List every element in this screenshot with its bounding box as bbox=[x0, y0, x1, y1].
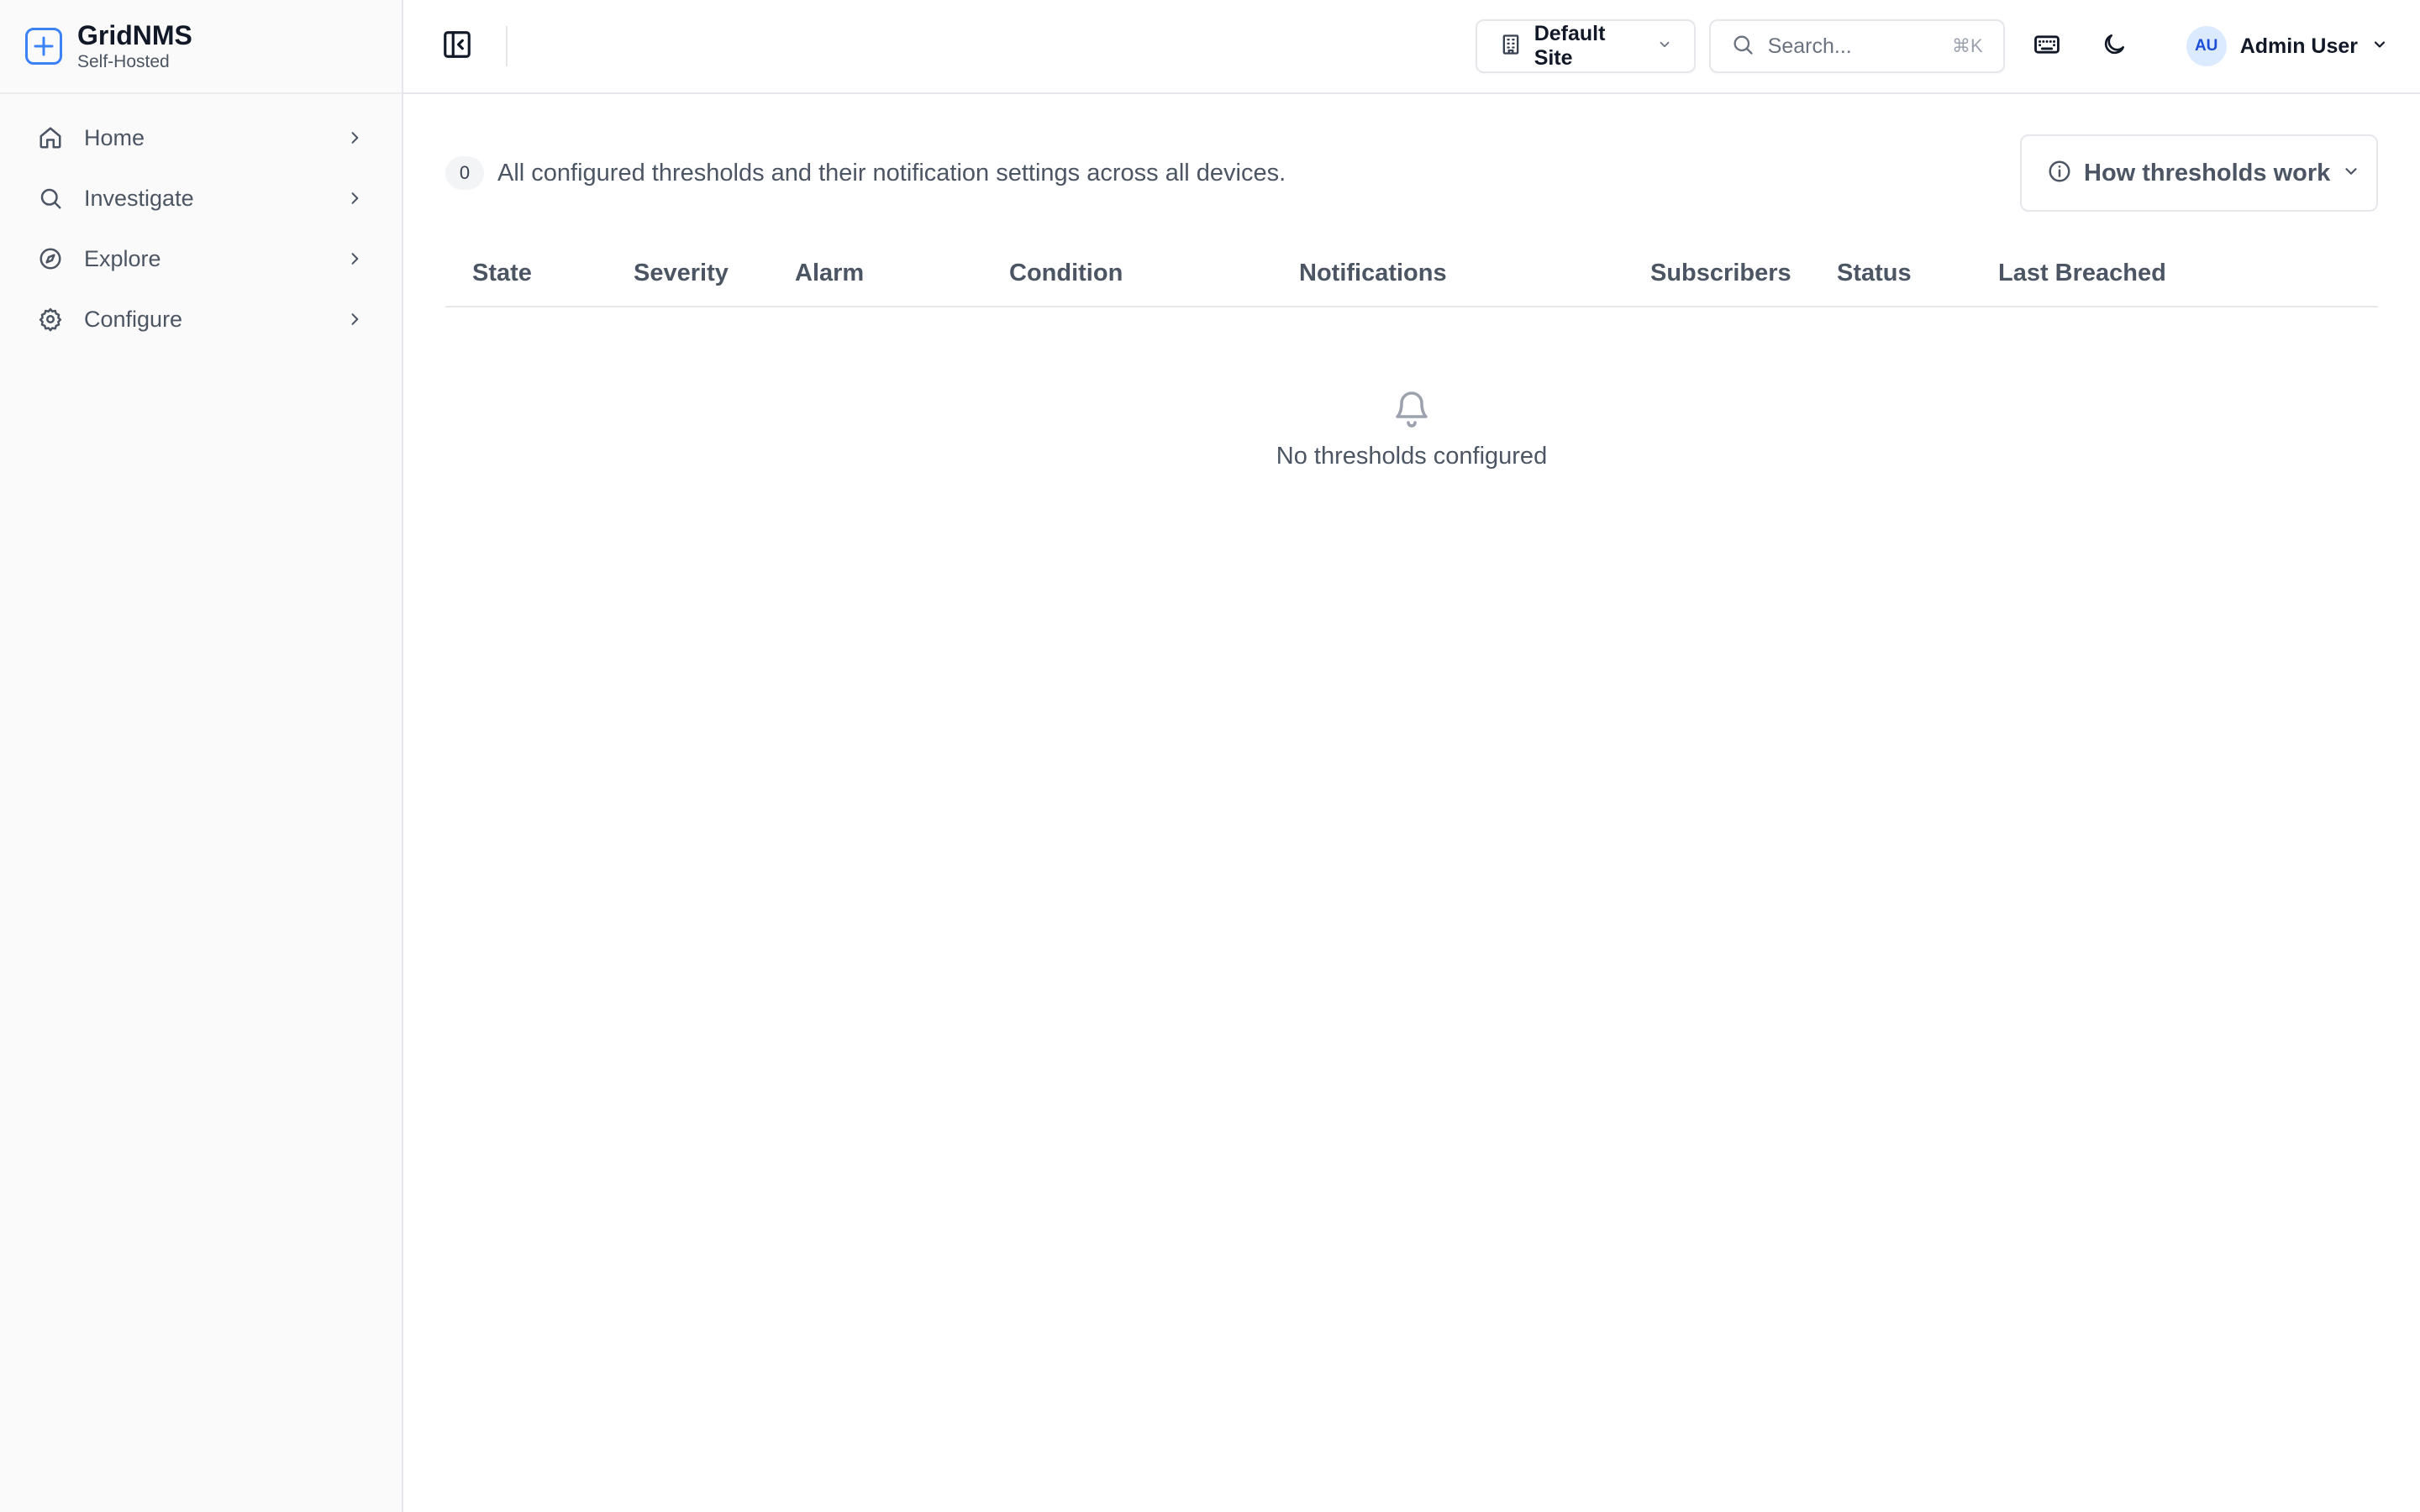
chevron-right-icon bbox=[345, 309, 365, 329]
home-icon bbox=[37, 124, 64, 151]
chevron-right-icon bbox=[345, 188, 365, 208]
sidebar-item-explore[interactable]: Explore bbox=[24, 228, 378, 289]
sidebar-collapse-icon bbox=[441, 29, 473, 65]
thresholds-table: State Severity Alarm Condition Notificat… bbox=[445, 240, 2378, 470]
topbar: Default Site ⌘K bbox=[403, 0, 2420, 94]
toolbar-divider bbox=[506, 26, 508, 66]
info-icon bbox=[2047, 159, 2072, 188]
how-thresholds-work-label: How thresholds work bbox=[2084, 159, 2331, 186]
sidebar-nav: Home Investigate Explore Configure bbox=[0, 94, 402, 349]
sidebar-item-label: Configure bbox=[84, 306, 183, 332]
sidebar-toggle-button[interactable] bbox=[434, 23, 481, 70]
site-selector[interactable]: Default Site bbox=[1475, 19, 1696, 73]
avatar: AU bbox=[2186, 26, 2227, 66]
column-header-status[interactable]: Status bbox=[1837, 260, 1998, 287]
building-icon bbox=[1499, 33, 1523, 60]
page-description: All configured thresholds and their noti… bbox=[497, 159, 1286, 186]
chevron-down-icon bbox=[2342, 162, 2360, 185]
keyboard-icon bbox=[2033, 30, 2061, 63]
brand[interactable]: GridNMS Self-Hosted bbox=[0, 0, 402, 94]
search-icon bbox=[37, 185, 64, 212]
sidebar-item-home[interactable]: Home bbox=[24, 108, 378, 168]
user-menu[interactable]: AU Admin User bbox=[2180, 23, 2395, 70]
sidebar-item-investigate[interactable]: Investigate bbox=[24, 168, 378, 228]
site-selector-label: Default Site bbox=[1534, 22, 1606, 70]
search-shortcut: ⌘K bbox=[1952, 35, 1983, 56]
theme-toggle-button[interactable] bbox=[2091, 23, 2138, 70]
compass-icon bbox=[37, 245, 64, 272]
column-header-last-breached[interactable]: Last Breached bbox=[1998, 260, 2166, 287]
keyboard-shortcuts-button[interactable] bbox=[2023, 23, 2070, 70]
grid-logo-icon bbox=[25, 28, 62, 65]
gear-icon bbox=[37, 306, 64, 333]
column-header-alarm[interactable]: Alarm bbox=[795, 260, 1009, 287]
bell-icon bbox=[1392, 386, 1432, 434]
empty-state: No thresholds configured bbox=[445, 307, 2378, 470]
brand-title: GridNMS bbox=[77, 20, 192, 50]
sidebar-item-configure[interactable]: Configure bbox=[24, 289, 378, 349]
threshold-count-badge: 0 bbox=[445, 156, 484, 190]
sidebar-item-label: Home bbox=[84, 124, 145, 150]
chevron-right-icon bbox=[345, 249, 365, 269]
search-box[interactable]: ⌘K bbox=[1708, 19, 2005, 73]
chevron-down-icon bbox=[2371, 36, 2388, 57]
column-header-severity[interactable]: Severity bbox=[634, 260, 795, 287]
chevron-down-icon bbox=[1657, 37, 1672, 56]
search-input[interactable] bbox=[1767, 34, 1939, 59]
column-header-state[interactable]: State bbox=[445, 260, 634, 287]
sidebar-item-label: Investigate bbox=[84, 185, 194, 211]
thresholds-page: 0 All configured thresholds and their no… bbox=[403, 94, 2420, 470]
how-thresholds-work-button[interactable]: How thresholds work bbox=[2020, 134, 2378, 212]
sidebar-item-label: Explore bbox=[84, 245, 161, 271]
column-header-condition[interactable]: Condition bbox=[1009, 260, 1299, 287]
brand-subtitle: Self-Hosted bbox=[77, 52, 170, 71]
table-header: State Severity Alarm Condition Notificat… bbox=[445, 240, 2378, 307]
user-name: Admin User bbox=[2239, 34, 2358, 58]
column-header-notifications[interactable]: Notifications bbox=[1299, 260, 1650, 287]
empty-state-message: No thresholds configured bbox=[1276, 443, 1548, 470]
column-header-subscribers[interactable]: Subscribers bbox=[1650, 260, 1837, 287]
sidebar: GridNMS Self-Hosted Home Investigate Exp… bbox=[0, 0, 403, 1512]
chevron-right-icon bbox=[345, 128, 365, 148]
moon-icon bbox=[2101, 31, 2128, 62]
search-icon bbox=[1731, 33, 1754, 60]
